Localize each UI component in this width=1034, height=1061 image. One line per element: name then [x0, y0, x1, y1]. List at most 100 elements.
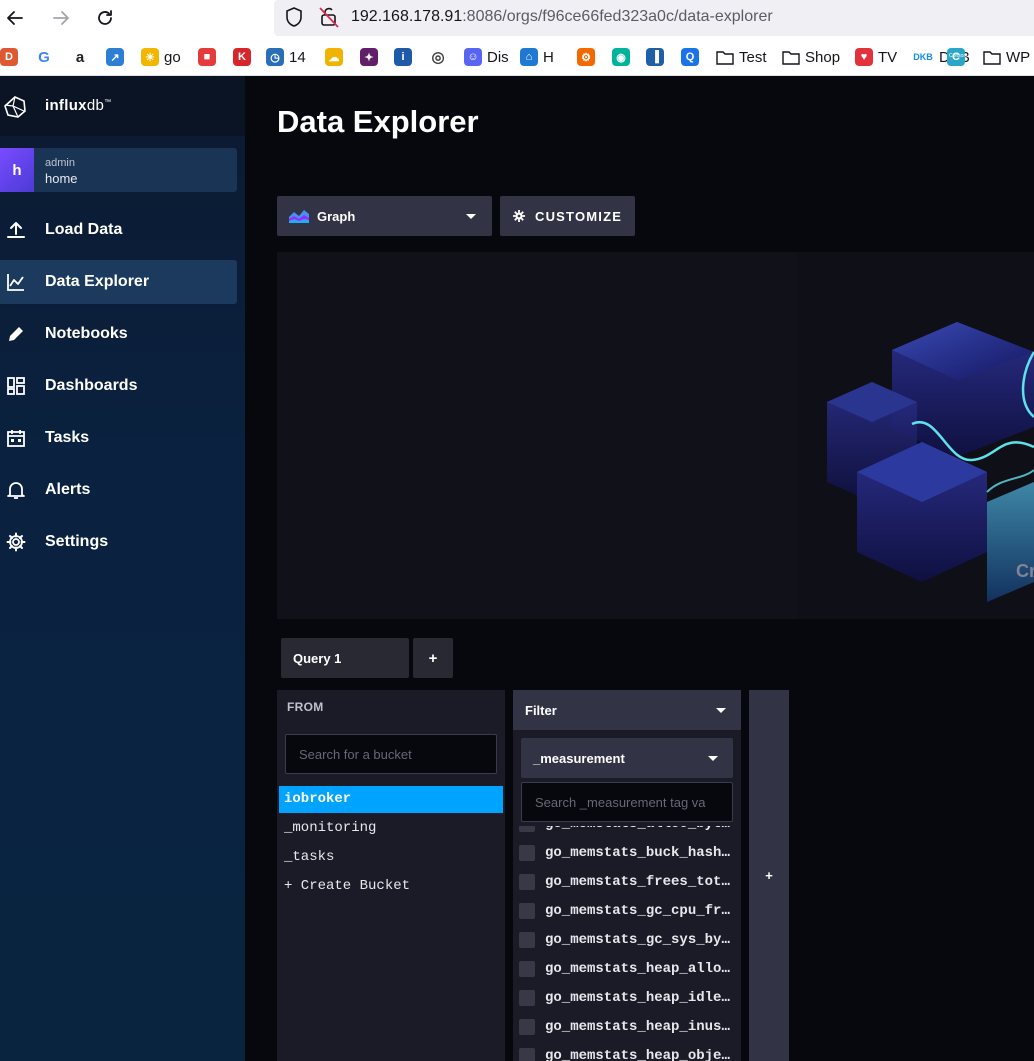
bookmark-item[interactable]: D	[0, 47, 18, 67]
list-item[interactable]: go_memstats_heap_idle_bytes	[513, 985, 741, 1014]
tag-value-label: go_memstats_gc_cpu_fraction	[545, 903, 733, 919]
list-item[interactable]: go_memstats_buck_hash_sys_bytes	[513, 840, 741, 869]
tag-value-label: go_memstats_heap_inuse_bytes	[545, 1019, 733, 1035]
bookmark-item[interactable]: Test	[716, 47, 767, 67]
bookmark-item[interactable]: WP	[983, 47, 1030, 67]
bookmark-item[interactable]: ◎	[429, 47, 447, 67]
add-filter-button[interactable]: +	[749, 690, 789, 1061]
filter-function-dropdown[interactable]: Filter	[513, 690, 741, 730]
google-icon: G	[38, 48, 50, 66]
bucket-item[interactable]: iobroker	[279, 786, 503, 813]
globe-icon: ◎	[431, 49, 445, 66]
bookmark-item[interactable]: i	[394, 47, 412, 67]
list-item[interactable]: go_memstats_heap_objects	[513, 1043, 741, 1061]
list-item[interactable]: go_memstats_gc_sys_bytes	[513, 927, 741, 956]
list-item[interactable]: go_memstats_heap_inuse_bytes	[513, 1014, 741, 1043]
list-item[interactable]: go_memstats_heap_alloc_bytes	[513, 956, 741, 985]
back-button[interactable]	[3, 6, 27, 30]
checkbox[interactable]	[519, 826, 535, 832]
sidebar-item-dashboards[interactable]: Dashboards	[0, 364, 237, 408]
sidebar-item-tasks[interactable]: Tasks	[0, 416, 237, 460]
folder-icon	[782, 48, 800, 66]
sidebar: influxdb™ h admin home Load Data Data Ex…	[0, 76, 245, 1061]
bucket-item[interactable]: _monitoring	[279, 815, 503, 842]
query-tab-label: Query 1	[293, 651, 342, 666]
bookmark-item[interactable]: ↗	[106, 47, 124, 67]
reload-button[interactable]	[93, 6, 117, 30]
forward-arrow-icon	[53, 11, 69, 25]
customize-button[interactable]: CUSTOMIZE	[500, 196, 635, 236]
tag-key-dropdown[interactable]: _measurement	[521, 738, 733, 778]
bookmark-item[interactable]: ☀ go	[141, 47, 181, 67]
tag-value-label: go_memstats_heap_idle_bytes	[545, 990, 733, 1006]
checkbox[interactable]	[519, 845, 535, 861]
bucket-search-input[interactable]	[285, 734, 497, 774]
sidebar-item-alerts[interactable]: Alerts	[0, 468, 237, 512]
bookmark-label: Test	[739, 48, 767, 66]
bookmark-label: H	[543, 48, 554, 66]
checkbox[interactable]	[519, 932, 535, 948]
list-item[interactable]: go_memstats_frees_total	[513, 869, 741, 898]
filter-panel: Filter _measurement go_memstats_alloc_by…	[513, 690, 741, 1061]
bookmark-item[interactable]: ☁	[325, 47, 343, 67]
bookmark-item[interactable]: ▐	[646, 47, 664, 67]
bookmark-item[interactable]: C Consors	[947, 47, 970, 67]
shield-icon[interactable]	[284, 6, 304, 28]
sidebar-item-settings[interactable]: Settings	[0, 520, 237, 564]
sidebar-item-label: Tasks	[45, 429, 90, 446]
checkbox[interactable]	[519, 1048, 535, 1061]
tag-value-label: go_memstats_heap_alloc_bytes	[545, 961, 733, 977]
sidebar-item-data-explorer[interactable]: Data Explorer	[0, 260, 237, 304]
list-item[interactable]: go_memstats_alloc_bytes_total	[513, 826, 741, 840]
org-name: home	[45, 171, 78, 186]
visualization-type-dropdown[interactable]: Graph	[277, 196, 492, 236]
tag-value-search-input[interactable]	[521, 782, 733, 822]
bookmark-item[interactable]: a	[71, 47, 89, 67]
bookmark-item[interactable]: ■	[198, 47, 216, 67]
forward-button[interactable]	[49, 6, 73, 30]
shopping-bag-icon: ■	[198, 48, 216, 66]
slack-icon: ✦	[360, 48, 378, 66]
bookmark-item[interactable]: ☺ Dis	[464, 47, 509, 67]
bookmark-item[interactable]: ♥ TV	[855, 47, 897, 67]
duckduckgo-icon: D	[0, 48, 18, 66]
add-query-button[interactable]: +	[413, 638, 453, 678]
url-bar[interactable]: 192.168.178.91:8086/orgs/f96ce66fed323a0…	[274, 0, 1034, 36]
list-item[interactable]: go_memstats_gc_cpu_fraction	[513, 898, 741, 927]
sidebar-item-load-data[interactable]: Load Data	[0, 208, 237, 252]
page-title: Data Explorer	[277, 104, 479, 139]
sidebar-item-notebooks[interactable]: Notebooks	[0, 312, 237, 356]
checkbox[interactable]	[519, 961, 535, 977]
create-bucket-button[interactable]: + Create Bucket	[279, 873, 503, 900]
url-text[interactable]: 192.168.178.91:8086/orgs/f96ce66fed323a0…	[351, 8, 773, 26]
checkbox[interactable]	[519, 874, 535, 890]
bucket-item[interactable]: _tasks	[279, 844, 503, 871]
brand[interactable]: influxdb™	[0, 76, 245, 136]
bookmark-item[interactable]: ⚙	[577, 47, 595, 67]
query-tab[interactable]: Query 1	[281, 638, 409, 678]
bookmark-item[interactable]: ◷ 14	[266, 47, 306, 67]
back-arrow-icon	[7, 11, 23, 25]
chevron-down-icon	[466, 214, 476, 219]
bookmark-item[interactable]: G	[35, 47, 53, 67]
chevron-down-icon	[716, 708, 726, 713]
gear-icon	[513, 210, 525, 222]
checkbox[interactable]	[519, 990, 535, 1006]
bookmark-label: Dis	[487, 48, 509, 66]
bookmark-item[interactable]: Shop	[782, 47, 840, 67]
pencil-icon	[9, 327, 23, 341]
bookmark-item[interactable]: ◉	[612, 47, 630, 67]
bookmark-item[interactable]: K	[233, 47, 251, 67]
bookmark-item[interactable]: ⌂ H	[520, 47, 554, 67]
bookmark-item[interactable]: ✦	[360, 47, 378, 67]
chevron-down-icon	[708, 756, 718, 761]
from-header: FROM	[287, 700, 324, 714]
checkbox[interactable]	[519, 903, 535, 919]
bookmark-label: 14	[289, 48, 306, 66]
checkbox[interactable]	[519, 1019, 535, 1035]
insecure-lock-icon[interactable]	[318, 5, 340, 29]
tag-value-list[interactable]: go_memstats_alloc_bytes_total go_memstat…	[513, 826, 741, 1061]
org-switcher[interactable]: h admin home	[0, 148, 237, 192]
bookmark-item[interactable]: Q	[681, 47, 699, 67]
tv-icon: ♥	[855, 48, 873, 66]
